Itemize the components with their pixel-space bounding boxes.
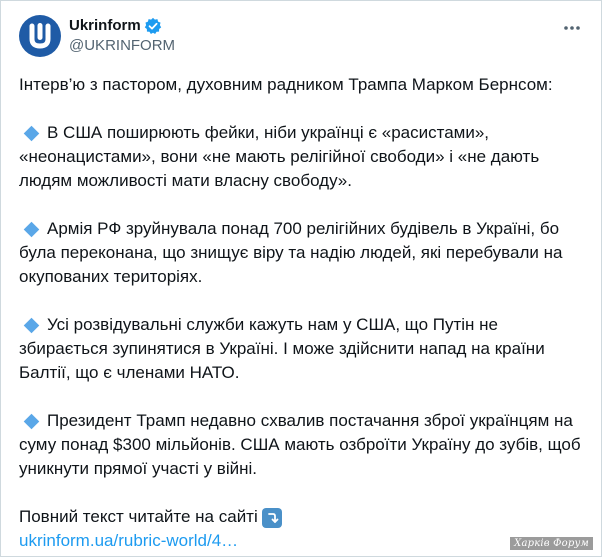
bullet-item: Армія РФ зруйнувала понад 700 релігійних… [19,217,585,289]
display-name[interactable]: Ukrinform [69,16,141,36]
small-blue-diamond-icon [23,413,40,429]
read-more-text: Повний текст читайте на сайті [19,507,258,526]
more-dots-icon [564,26,580,30]
account-handle[interactable]: @UKRINFORM [69,36,175,56]
small-blue-diamond-icon [23,317,40,333]
post-header: Ukrinform @UKRINFORM [19,15,587,57]
verified-badge-icon [144,17,162,35]
small-blue-diamond-icon [23,221,40,237]
account-names: Ukrinform @UKRINFORM [69,16,175,56]
more-options-button[interactable] [557,13,587,43]
arrow-turn-down-icon [261,508,282,528]
read-more-line: Повний текст читайте на сайті [19,505,585,529]
post-intro: Інтерв’ю з пастором, духовним радником Т… [19,75,553,94]
bullet-text: Усі розвідувальні служби кажуть нам у СШ… [19,315,545,382]
bullet-item: Усі розвідувальні служби кажуть нам у СШ… [19,313,585,385]
bullet-text: В США поширюють фейки, ніби українці є «… [19,123,540,190]
watermark: Харків Форум [510,537,593,550]
small-blue-diamond-icon [23,125,40,141]
article-link[interactable]: ukrinform.ua/rubric-world/4… [19,531,238,550]
avatar[interactable] [19,15,61,57]
bullet-item: В США поширюють фейки, ніби українці є «… [19,121,585,193]
bullet-item: Президент Трамп недавно схвалив постачан… [19,409,585,481]
bullet-text: Армія РФ зруйнувала понад 700 релігійних… [19,219,563,286]
post-text: Інтерв’ю з пастором, духовним радником Т… [19,73,585,553]
bullet-text: Президент Трамп недавно схвалив постачан… [19,411,581,478]
post-card: Ukrinform @UKRINFORM Інтерв’ю з пастором… [0,0,602,557]
ukrinform-logo-icon [29,23,51,49]
